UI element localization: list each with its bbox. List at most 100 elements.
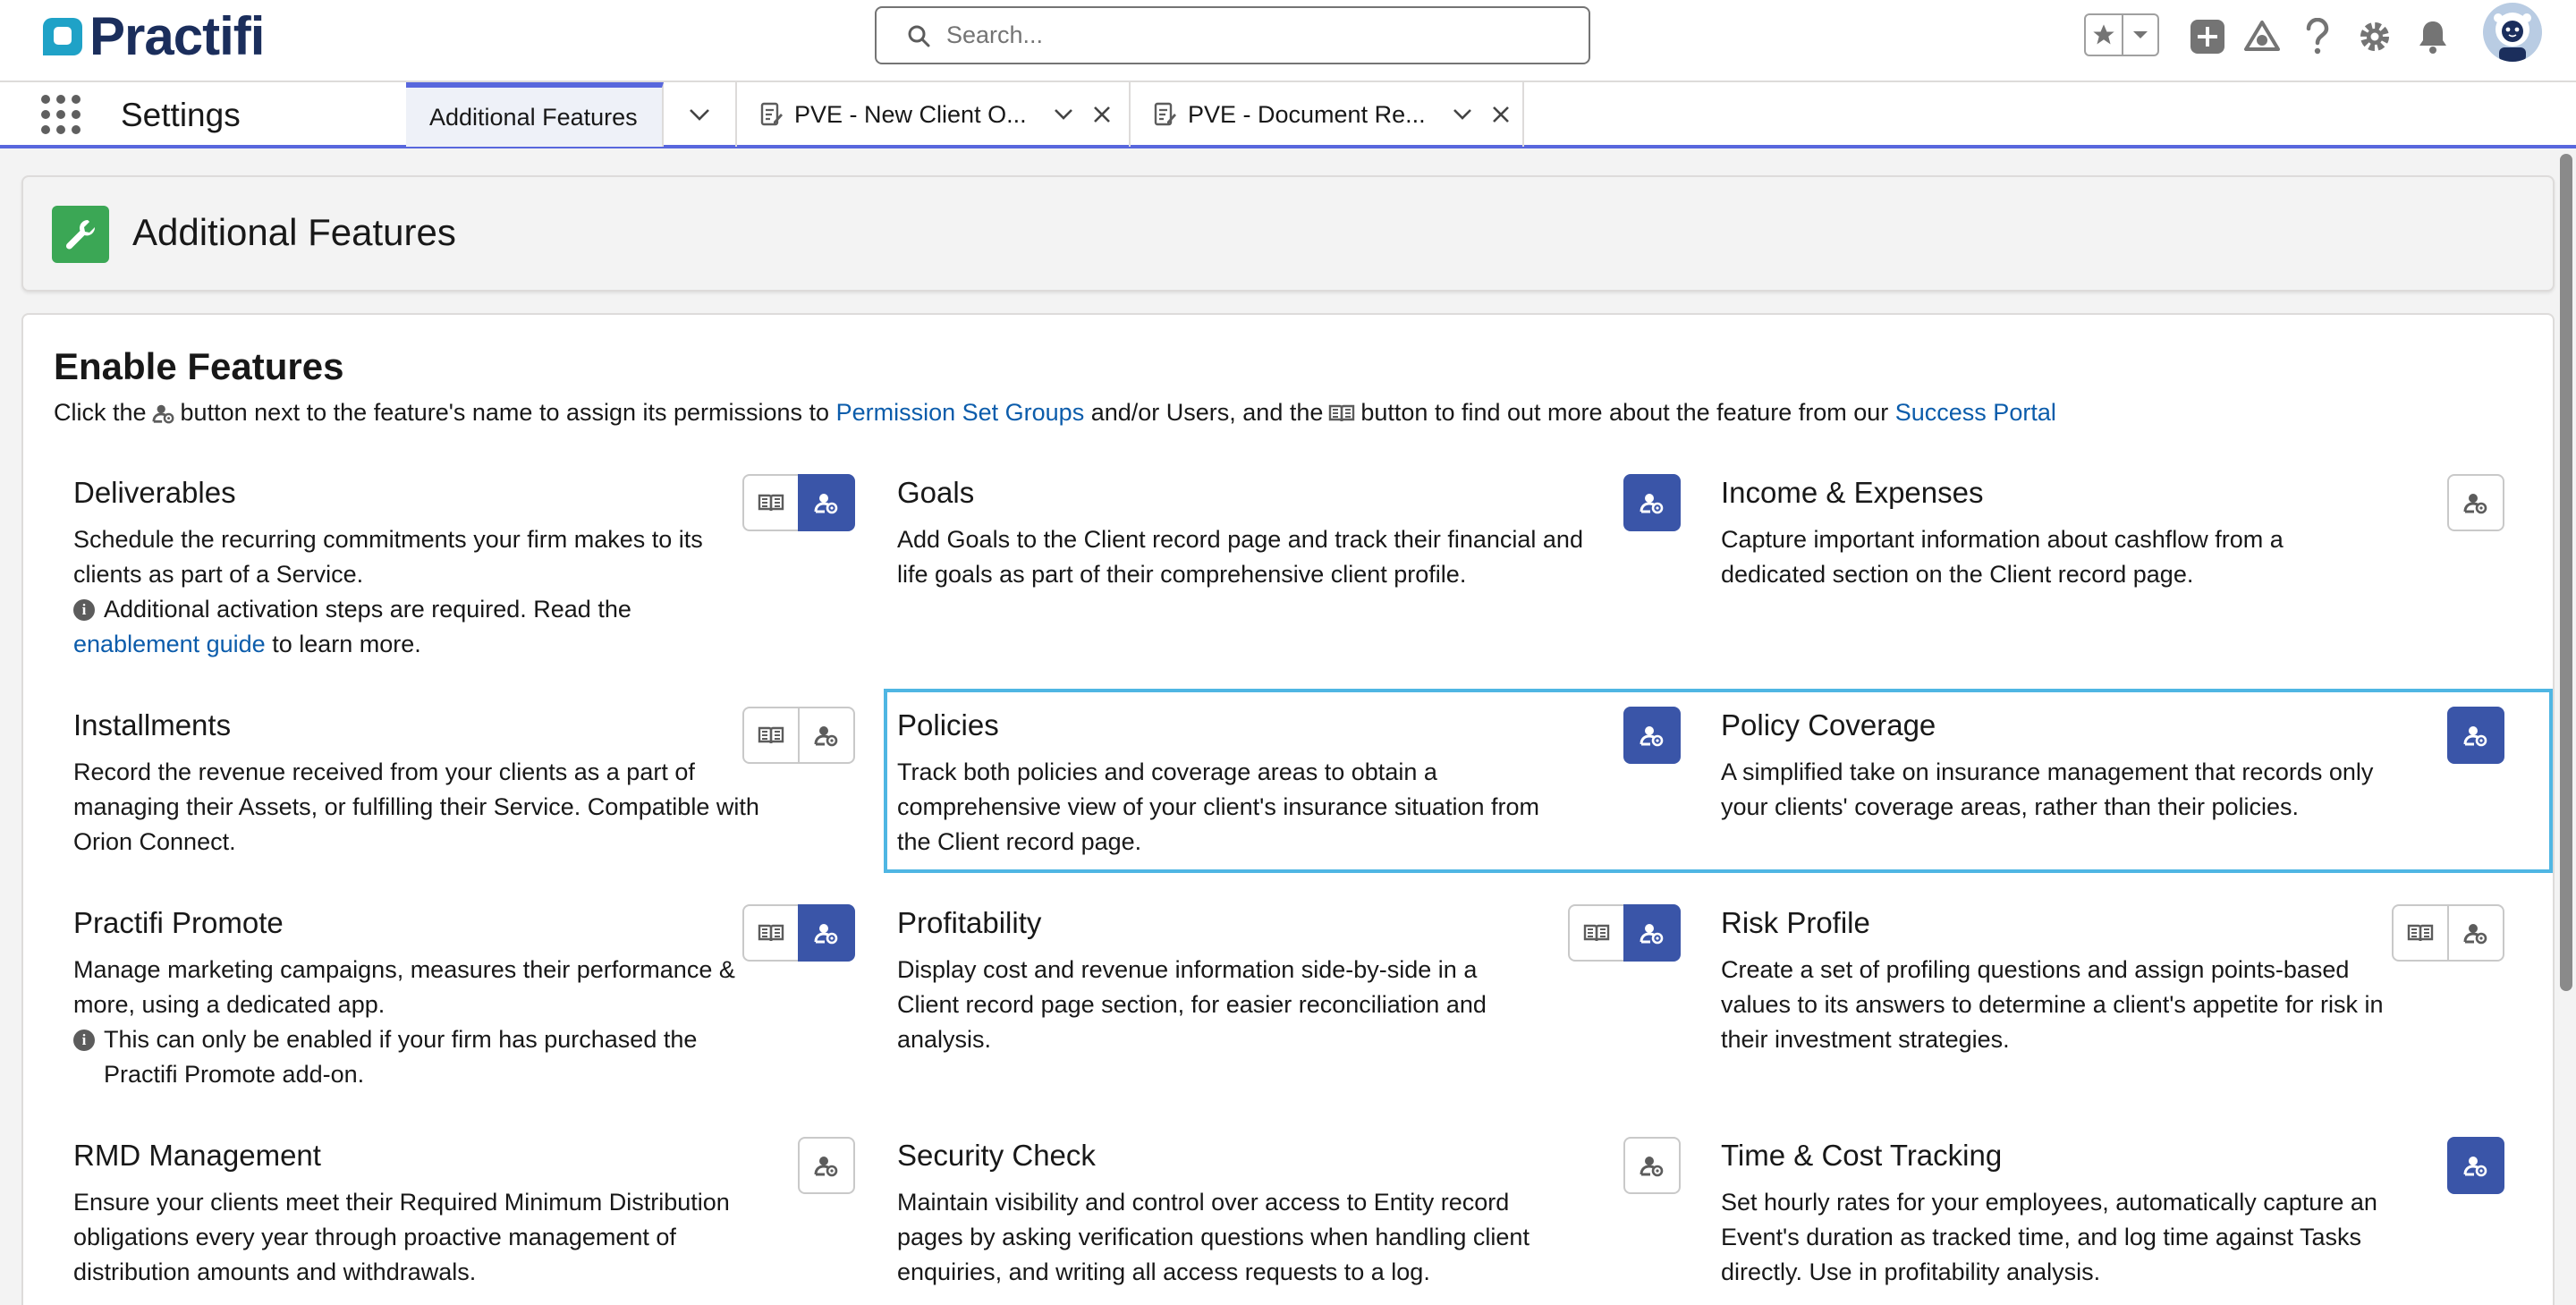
feature-title: Practifi Promote — [73, 906, 284, 939]
feature-description: Track both policies and coverage areas t… — [897, 758, 1539, 855]
feature-title: Risk Profile — [1721, 906, 1870, 939]
help-button[interactable] — [2297, 16, 2338, 57]
assign-permissions-icon — [2463, 920, 2488, 945]
assign-permissions-button[interactable] — [798, 474, 855, 531]
global-actions-button[interactable] — [2187, 16, 2228, 57]
assign-permissions-icon — [814, 920, 839, 945]
notifications-button[interactable] — [2412, 16, 2453, 57]
favorites-star-icon — [2093, 24, 2114, 45]
user-avatar[interactable] — [2483, 3, 2542, 62]
assign-permissions-icon — [2463, 1153, 2488, 1178]
note-text: to learn more. — [272, 631, 421, 657]
chevron-down-icon — [690, 109, 709, 121]
practifi-logo-mark-icon — [43, 18, 82, 55]
note-text: This can only be enabled if your firm ha… — [104, 1026, 698, 1088]
feature-note: i Additional activation steps are requir… — [73, 592, 762, 627]
feature-description: A simplified take on insurance managemen… — [1721, 758, 2374, 820]
assign-permissions-button[interactable] — [2447, 904, 2504, 962]
tab-pve-new-client[interactable]: PVE - New Client O... — [737, 82, 1131, 147]
assign-permissions-button[interactable] — [2447, 707, 2504, 764]
time-cost-tracking-actions — [2447, 1137, 2504, 1194]
favorites-list-button[interactable] — [2122, 15, 2157, 55]
goals-actions — [1623, 474, 1681, 531]
intro-part: and/or Users, and the — [1090, 399, 1324, 426]
feature-description: Schedule the recurring commitments your … — [73, 522, 762, 662]
feature-practifi-promote: Practifi Promote Manage marketing campai… — [73, 906, 762, 1092]
close-icon[interactable] — [1093, 106, 1111, 123]
assign-permissions-button[interactable] — [1623, 474, 1681, 531]
learn-more-button[interactable] — [742, 474, 800, 531]
tab-overflow-menu[interactable] — [664, 82, 737, 147]
feature-description: Maintain visibility and control over acc… — [897, 1189, 1530, 1285]
chevron-down-icon[interactable] — [1054, 108, 1073, 121]
assign-permissions-button[interactable] — [1623, 707, 1681, 764]
enablement-guide-link[interactable]: enablement guide — [73, 631, 266, 657]
close-icon[interactable] — [1492, 106, 1510, 123]
security-check-actions — [1623, 1137, 1681, 1194]
feature-title: Profitability — [897, 906, 1042, 939]
success-portal-link[interactable]: Success Portal — [1895, 399, 2056, 427]
feature-income-expenses: Income & Expenses Capture important info… — [1721, 476, 2365, 592]
learn-more-button[interactable] — [2392, 904, 2449, 962]
feature-policies: Policies Track both policies and coverag… — [897, 708, 1541, 860]
book-icon — [1328, 403, 1355, 424]
trailhead-button[interactable] — [2241, 16, 2283, 57]
feature-note: i This can only be enabled if your firm … — [73, 1022, 762, 1092]
document-edit-icon — [1154, 102, 1176, 126]
learn-more-button[interactable] — [742, 904, 800, 962]
feature-title: Installments — [73, 708, 232, 741]
chevron-down-icon[interactable] — [1453, 108, 1472, 121]
book-icon — [758, 725, 784, 746]
tab-label: PVE - Document Re... — [1188, 100, 1426, 128]
assign-permissions-button[interactable] — [2447, 1137, 2504, 1194]
feature-profitability: Profitability Display cost and revenue i… — [897, 906, 1541, 1057]
page-scrollbar[interactable] — [2560, 154, 2572, 991]
feature-description: Manage marketing campaigns, measures the… — [73, 953, 762, 1092]
astro-avatar-icon — [2483, 3, 2542, 62]
tab-pve-document[interactable]: PVE - Document Re... — [1131, 82, 1524, 147]
favorites-button[interactable] — [2086, 15, 2122, 55]
feature-title: RMD Management — [73, 1139, 321, 1172]
learn-more-button[interactable] — [1568, 904, 1625, 962]
learn-more-button[interactable] — [742, 707, 800, 764]
trailhead-icon — [2244, 21, 2280, 51]
global-search[interactable] — [875, 6, 1590, 64]
feature-title: Policies — [897, 708, 999, 741]
tab-label: Additional Features — [429, 103, 638, 131]
gear-icon — [2360, 22, 2389, 51]
feature-desc-text: Manage marketing campaigns, measures the… — [73, 956, 735, 1018]
plus-icon — [2190, 20, 2224, 54]
assign-permissions-button[interactable] — [798, 1137, 855, 1194]
assign-permissions-button[interactable] — [798, 707, 855, 764]
feature-title: Deliverables — [73, 476, 236, 509]
setup-button[interactable] — [2354, 16, 2395, 57]
enable-features-card: Enable Features Click the button next to… — [21, 313, 2555, 1305]
app-launcher-icon[interactable] — [41, 95, 80, 134]
assign-permissions-button[interactable] — [1623, 1137, 1681, 1194]
intro-text: Click the button next to the feature's n… — [54, 399, 2056, 427]
book-icon — [758, 492, 784, 513]
risk-profile-actions — [2392, 904, 2504, 962]
search-input[interactable] — [946, 21, 1483, 49]
assign-permissions-icon — [1640, 723, 1665, 748]
feature-description: Record the revenue received from your cl… — [73, 758, 759, 855]
logo-text: Practifi — [89, 6, 265, 66]
feature-title: Goals — [897, 476, 975, 509]
feature-description: Add Goals to the Client record page and … — [897, 526, 1583, 588]
book-icon — [758, 922, 784, 944]
installments-actions — [742, 707, 855, 764]
book-icon — [2407, 922, 2434, 944]
assign-permissions-button[interactable] — [2447, 474, 2504, 531]
assign-permissions-button[interactable] — [798, 904, 855, 962]
search-icon — [908, 25, 930, 47]
assign-permissions-icon — [814, 723, 839, 748]
navigation-bar: Settings Additional Features PVE - New C… — [0, 81, 2576, 148]
policies-actions — [1623, 707, 1681, 764]
permission-set-groups-link[interactable]: Permission Set Groups — [836, 399, 1085, 427]
assign-permissions-icon — [1640, 1153, 1665, 1178]
info-icon: i — [73, 1030, 95, 1051]
practifi-logo[interactable]: Practifi — [41, 6, 265, 66]
feature-description: Set hourly rates for your employees, aut… — [1721, 1189, 2377, 1285]
tab-additional-features[interactable]: Additional Features — [406, 82, 664, 147]
assign-permissions-button[interactable] — [1623, 904, 1681, 962]
